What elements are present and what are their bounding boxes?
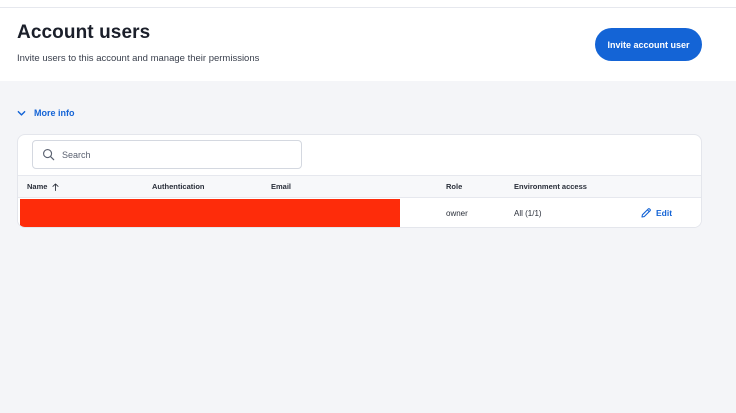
- cell-environment-access: All (1/1): [514, 209, 542, 218]
- more-info-toggle[interactable]: More info: [17, 106, 75, 120]
- sort-ascending-icon: [52, 183, 59, 191]
- redacted-user-details: [20, 199, 400, 227]
- page-header: Account users Invite users to this accou…: [0, 8, 736, 81]
- column-label-authentication: Authentication: [152, 182, 205, 191]
- chevron-down-icon: [17, 110, 26, 116]
- column-header-authentication: Authentication: [152, 182, 205, 191]
- pencil-icon: [641, 208, 651, 218]
- column-header-name[interactable]: Name: [27, 182, 59, 191]
- invite-account-user-button[interactable]: Invite account user: [595, 28, 702, 61]
- search-input[interactable]: [62, 147, 292, 163]
- column-label-environment-access: Environment access: [514, 182, 587, 191]
- column-header-environment-access: Environment access: [514, 182, 587, 191]
- column-header-role: Role: [446, 182, 462, 191]
- top-strip: [0, 0, 736, 8]
- table-header: Name Authentication Email Role Environme…: [18, 175, 701, 198]
- cell-role: owner: [446, 209, 468, 218]
- column-label-email: Email: [271, 182, 292, 191]
- search-box: [32, 140, 302, 169]
- search-icon: [43, 149, 55, 161]
- users-table-card: Name Authentication Email Role Environme…: [17, 134, 702, 228]
- column-header-email: Email: [271, 182, 291, 191]
- table-row: owner All (1/1) Edit: [18, 198, 701, 227]
- more-info-label: More info: [34, 108, 75, 118]
- column-label-role: Role: [446, 182, 463, 191]
- column-label-name: Name: [27, 182, 48, 191]
- edit-user-button[interactable]: Edit: [640, 207, 672, 219]
- page-title: Account users: [17, 22, 151, 43]
- page-subtitle: Invite users to this account and manage …: [17, 53, 260, 64]
- edit-label: Edit: [656, 208, 673, 218]
